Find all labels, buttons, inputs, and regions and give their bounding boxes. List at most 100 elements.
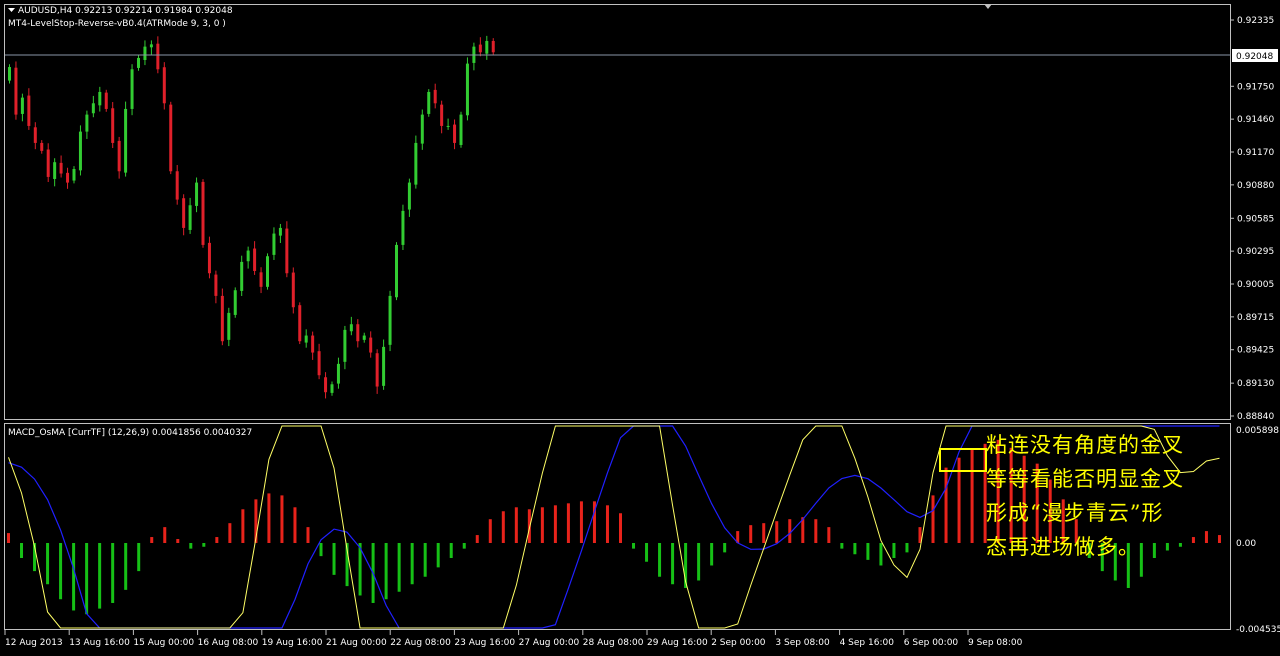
candle-body [453,124,457,143]
histogram-bar [697,543,701,581]
candle-body [33,127,37,143]
time-tick-label: 21 Aug 00:00 [326,638,387,648]
sub-tick-bottom: -0.004535 [1236,625,1280,635]
histogram-bar [176,539,180,543]
symbol-dropdown-icon[interactable] [8,8,15,12]
histogram-bar [788,519,792,543]
histogram-bar [85,543,89,615]
histogram-bar [241,509,245,543]
histogram-bar [293,507,297,543]
sub-indicator-name: MACD_OsMA [CurrTF] (12,26,9) 0.0041856 0… [8,428,252,438]
histogram-bar [762,523,766,543]
histogram-bar [671,543,675,585]
annotation-line-2: 等等看能否明显金叉 [986,467,1184,491]
candle-body [478,44,482,53]
time-axis: 12 Aug 2013 13 Aug 16:00 15 Aug 00:00 16 Au… [4,630,1023,648]
candle-body [395,244,398,298]
annotation-line-3: 形成“漫步青云”形 [986,501,1164,525]
histogram-bar [501,511,505,543]
histogram-bar [475,535,479,543]
candle-body [240,261,244,291]
candle-body [137,57,140,68]
time-tick-label: 15 Aug 00:00 [133,638,194,648]
candle-body [304,335,308,343]
histogram-bar [905,543,909,553]
time-tick-label: 4 Sep 16:00 [840,638,895,648]
candle-body [201,181,205,245]
histogram-bar [579,501,583,543]
histogram-bar [280,495,284,543]
candle-body [149,44,153,48]
candle-body [175,171,179,200]
histogram-bar [267,493,271,543]
time-tick-label: 2 Sep 00:00 [711,638,766,648]
candle-body [246,250,250,262]
window-shift-marker-icon[interactable] [984,4,992,9]
price-tick-label: 0.90295 [1237,247,1274,257]
candle-body [227,312,231,340]
price-axis: 0.92335 0.91750 0.91460 0.91170 0.90880 0.905… [1230,16,1274,422]
time-tick-label: 29 Aug 16:00 [647,638,708,648]
histogram-bar [827,527,831,543]
histogram-bar [566,503,570,543]
candle-body [465,63,469,116]
candle-body [356,324,360,342]
candle-body [27,95,31,126]
candle-body [259,272,263,287]
candle-body [298,305,302,342]
candle-body [40,142,44,151]
candle-body [446,125,450,127]
price-tick-label: 0.89715 [1237,313,1274,323]
time-tick-label: 13 Aug 16:00 [69,638,130,648]
candle-body [382,346,386,386]
time-tick-label: 12 Aug 2013 [5,638,63,648]
histogram-bar [72,543,76,611]
price-tick-label: 0.92335 [1237,16,1274,26]
histogram-bar [7,533,10,543]
histogram-bar [944,467,948,543]
histogram-bar [384,543,388,600]
histogram-bar [892,543,896,558]
time-tick-label: 22 Aug 08:00 [390,638,451,648]
histogram-bar [202,543,206,547]
histogram-bar [723,543,727,553]
candle-body [214,274,218,296]
candles-layer [8,35,495,399]
candle-body [46,149,50,177]
histogram-bar [397,543,401,592]
sub-value-axis: 0.005898 0.00 -0.004535 [1236,426,1280,635]
candle-body [349,324,353,332]
price-tick-label: 0.90005 [1237,280,1274,290]
time-tick-label: 19 Aug 16:00 [262,638,323,648]
price-tick-label: 0.89130 [1237,379,1274,389]
time-tick-label: 28 Aug 08:00 [583,638,644,648]
histogram-bar [111,543,115,603]
candle-body [291,272,295,308]
candle-body [220,295,224,342]
histogram-bar [215,537,219,543]
candle-body [72,168,76,181]
sub-tick-top: 0.005898 [1236,426,1279,436]
candle-body [143,46,147,60]
histogram-bar [658,543,662,577]
histogram-bar [319,543,323,557]
candle-body [169,104,173,172]
price-tick-label: 0.90880 [1237,181,1274,191]
candle-body [485,40,489,54]
histogram-bar [488,519,492,543]
candle-body [336,363,340,384]
candle-body [285,228,289,274]
histogram-bar [710,543,714,566]
candle-body [343,329,347,362]
current-price-box: 0.92048 [1232,49,1278,62]
candle-body [362,335,366,340]
candle-body [272,233,276,255]
main-chart-frame [4,4,1231,420]
histogram-bar [98,543,102,609]
candle-body [440,104,444,126]
candle-body [130,69,134,109]
symbol-info: AUDUSD,H4 0.92213 0.92214 0.91984 0.9204… [18,6,233,16]
histogram-bar [931,495,935,543]
candle-body [253,248,257,271]
candle-body [124,108,128,173]
